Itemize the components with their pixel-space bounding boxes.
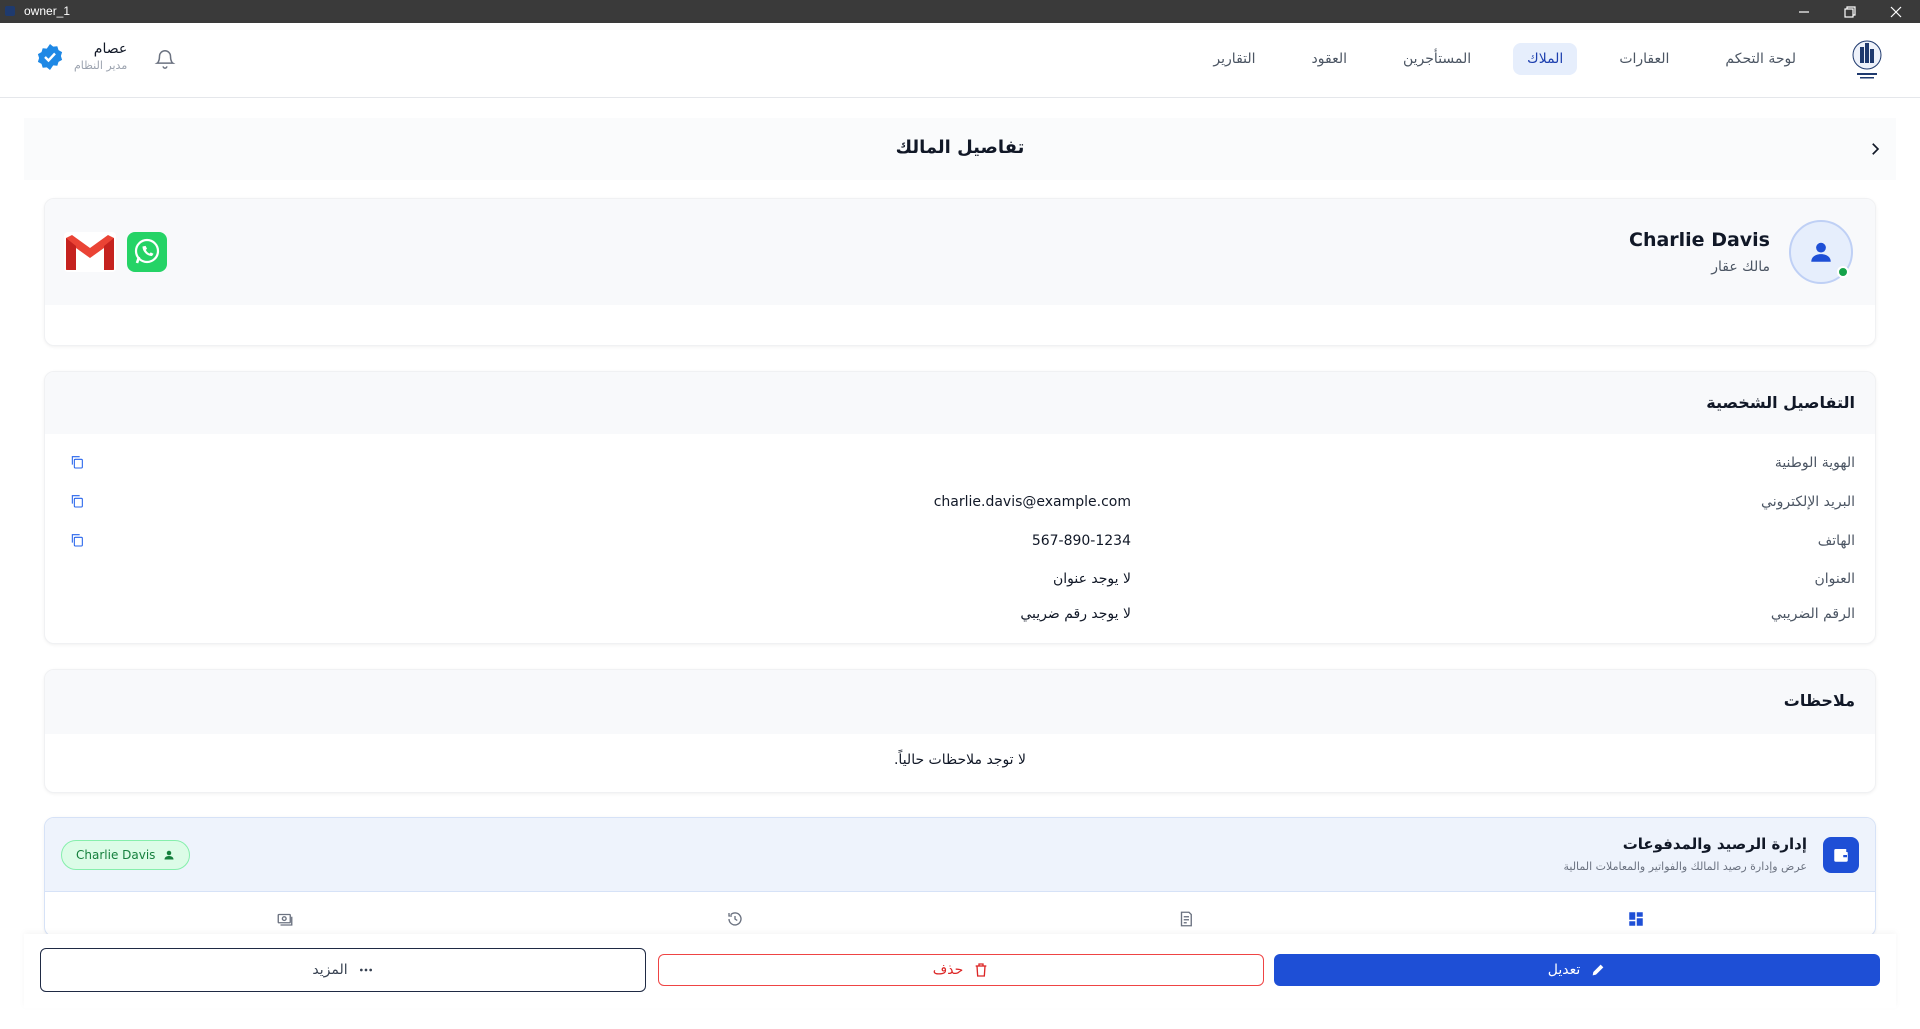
nav-menu: لوحة التحكم العقارات الملاك المستأجرين ا… (1199, 43, 1810, 75)
restore-button[interactable] (1827, 0, 1873, 23)
user-icon (1811, 242, 1831, 262)
notes-title: ملاحظات (1783, 691, 1855, 710)
detail-row-address: العنوان لا يوجد عنوان (45, 565, 1875, 595)
copy-icon[interactable] (69, 454, 87, 472)
online-status-dot (1837, 266, 1849, 278)
detail-row-tax-number: الرقم الضريبي لا يوجد رقم ضريبي (45, 600, 1875, 630)
detail-value: 567-890-1234 (1031, 533, 1131, 549)
copy-icon[interactable] (69, 493, 87, 511)
owner-profile-card: Charlie Davis مالك عقار (44, 198, 1876, 346)
user-icon (164, 850, 174, 860)
personal-details-card: التفاصيل الشخصية الهوية الوطنية البريد ا… (44, 371, 1876, 644)
detail-row-national-id: الهوية الوطنية (45, 449, 1875, 479)
app-logo[interactable] (1852, 37, 1882, 81)
edit-button[interactable]: تعديل (1274, 954, 1880, 986)
whatsapp-icon[interactable] (127, 232, 167, 272)
nav-item-contracts[interactable]: العقود (1298, 43, 1361, 75)
notes-card: ملاحظات لا توجد ملاحظات حالياً. (44, 669, 1876, 793)
notes-empty-text: لا توجد ملاحظات حالياً. (893, 752, 1027, 768)
nav-item-owners[interactable]: الملاك (1513, 43, 1578, 75)
pencil-icon (1592, 964, 1604, 976)
dashboard-tab-icon[interactable] (1627, 910, 1645, 928)
user-name: عصام (93, 41, 128, 57)
more-dots-icon (359, 968, 372, 972)
page-title: تفاصيل المالك (895, 137, 1025, 158)
nav-item-tenants[interactable]: المستأجرين (1389, 43, 1485, 75)
owner-name: Charlie Davis (1629, 229, 1770, 251)
detail-label: الهوية الوطنية (1774, 455, 1855, 471)
detail-label: الهاتف (1817, 533, 1855, 549)
payments-tab-icon[interactable] (276, 910, 294, 928)
user-menu[interactable]: عصام مدير النظام (36, 41, 127, 72)
owner-chip-label: Charlie Davis (76, 848, 156, 862)
trash-icon (975, 963, 987, 977)
user-role: مدير النظام (74, 59, 128, 72)
detail-row-phone: الهاتف 567-890-1234 (45, 527, 1875, 557)
edit-button-label: تعديل (1547, 962, 1581, 978)
personal-details-title: التفاصيل الشخصية (1706, 393, 1855, 412)
detail-value: لا يوجد عنوان (1053, 571, 1131, 587)
notifications-bell-icon[interactable] (154, 48, 176, 70)
owner-chip: Charlie Davis (61, 840, 191, 870)
delete-button[interactable]: حذف (658, 954, 1264, 986)
detail-value: charlie.davis@example.com (933, 494, 1131, 510)
app-icon (5, 6, 15, 16)
wallet-icon (1823, 837, 1859, 873)
balance-card: إدارة الرصيد والمدفوعات عرض وإدارة رصيد … (44, 817, 1876, 937)
more-button-label: المزيد (312, 962, 348, 978)
detail-label: الرقم الضريبي (1770, 606, 1855, 622)
window-title: owner_1 (24, 4, 71, 18)
avatar (1789, 220, 1853, 284)
minimize-button[interactable] (1781, 0, 1827, 23)
detail-value: لا يوجد رقم ضريبي (1020, 606, 1131, 622)
detail-label: البريد الإلكتروني (1761, 494, 1855, 510)
detail-row-email: البريد الإلكتروني charlie.davis@example.… (45, 488, 1875, 518)
invoice-tab-icon[interactable] (1177, 910, 1195, 928)
verified-badge-icon (36, 43, 64, 71)
close-button[interactable] (1873, 0, 1919, 23)
copy-icon[interactable] (69, 532, 87, 550)
action-bar: تعديل حذف المزيد (24, 934, 1896, 1008)
more-button[interactable]: المزيد (40, 948, 646, 992)
owner-role: مالك عقار (1711, 259, 1770, 275)
nav-item-dashboard[interactable]: لوحة التحكم (1711, 43, 1810, 75)
nav-item-reports[interactable]: التقارير (1199, 43, 1269, 75)
window-titlebar: owner_1 (0, 0, 1920, 23)
gmail-icon[interactable] (64, 232, 116, 272)
top-navigation: لوحة التحكم العقارات الملاك المستأجرين ا… (0, 23, 1920, 98)
nav-item-properties[interactable]: العقارات (1605, 43, 1683, 75)
back-button[interactable] (1860, 134, 1890, 164)
chevron-right-icon (1872, 143, 1880, 155)
balance-title: إدارة الرصيد والمدفوعات (1622, 835, 1807, 853)
page-header: تفاصيل المالك (24, 118, 1896, 180)
balance-subtitle: عرض وإدارة رصيد المالك والفواتير والمعام… (1563, 860, 1807, 873)
detail-label: العنوان (1814, 571, 1855, 587)
delete-button-label: حذف (932, 962, 964, 978)
history-tab-icon[interactable] (726, 910, 744, 928)
